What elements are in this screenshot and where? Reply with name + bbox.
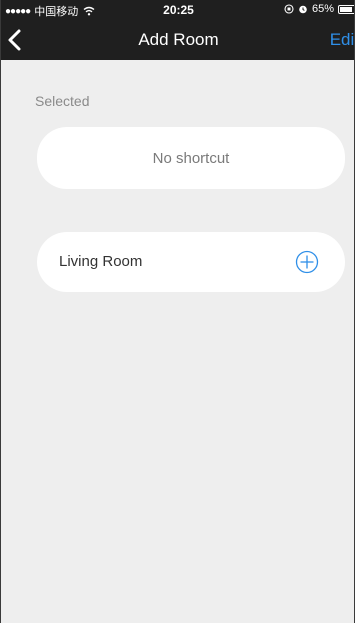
status-bar: ●●●●● 中国移动 20:25 65% xyxy=(1,0,354,20)
empty-shortcut-text: No shortcut xyxy=(152,149,230,167)
app-screen: ●●●●● 中国移动 20:25 65% Add Room Edi Select… xyxy=(0,0,355,623)
add-circle-icon[interactable] xyxy=(295,250,319,274)
orientation-lock-icon xyxy=(284,4,294,14)
edit-button[interactable]: Edit xyxy=(330,30,354,50)
selected-section-label: Selected xyxy=(35,93,90,109)
room-name: Living Room xyxy=(59,253,143,270)
battery-level xyxy=(340,6,352,12)
status-indicators: 65% xyxy=(284,3,354,15)
room-item-living-room[interactable]: Living Room xyxy=(37,232,345,292)
selected-shortcuts-card: No shortcut xyxy=(37,127,345,189)
page-title: Add Room xyxy=(138,30,219,49)
battery-percent: 65% xyxy=(311,3,334,15)
battery-icon xyxy=(338,4,354,14)
navigation-bar: Add Room Edit xyxy=(1,20,354,60)
alarm-icon xyxy=(299,5,307,14)
